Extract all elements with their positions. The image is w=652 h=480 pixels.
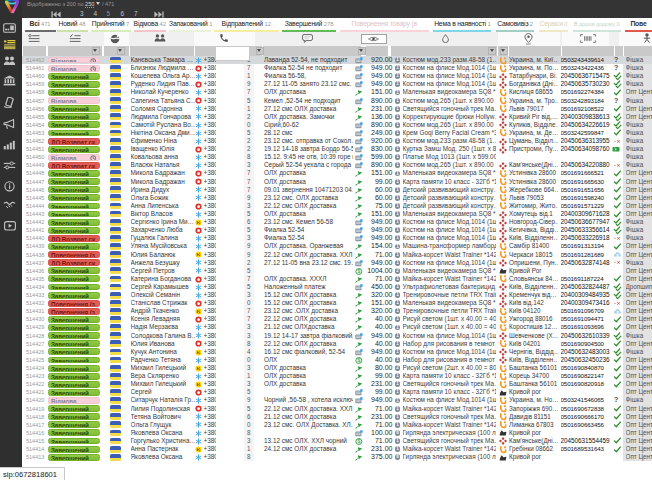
svg-text:$: $ (357, 357, 360, 363)
svg-text:$: $ (357, 268, 360, 274)
svg-text:$: $ (357, 438, 360, 444)
